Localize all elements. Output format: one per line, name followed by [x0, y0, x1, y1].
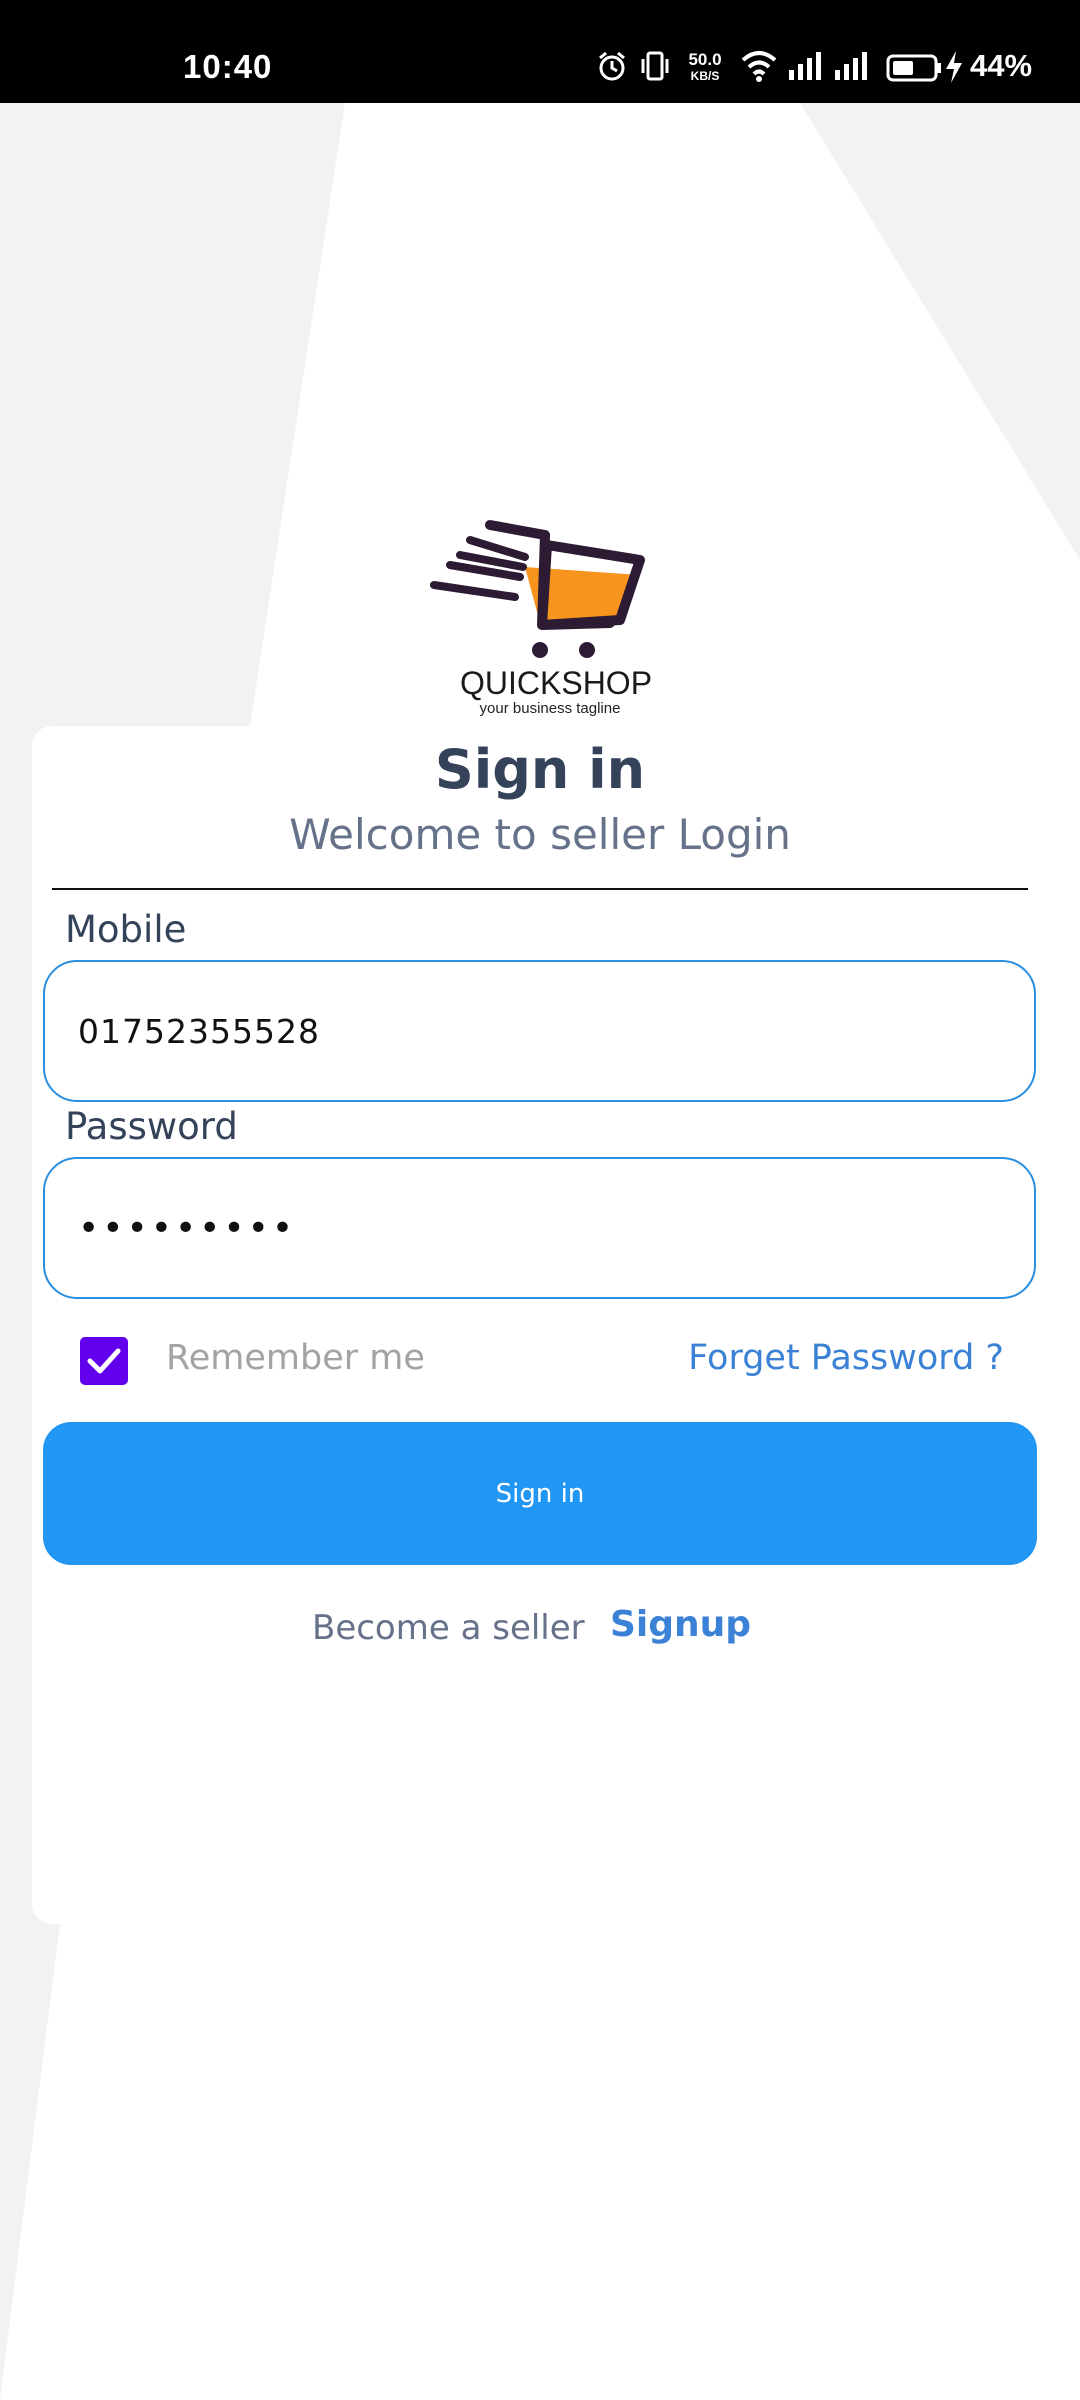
- battery-percent: 44%: [970, 48, 1033, 83]
- page-title: Sign in: [434, 738, 646, 801]
- battery-icon: [886, 54, 941, 82]
- signal-icon-1: [789, 52, 821, 80]
- brand-name: QUICKSHOP: [460, 665, 653, 701]
- check-icon: [87, 1348, 121, 1374]
- mobile-field[interactable]: 01752355528: [43, 960, 1036, 1102]
- status-icons: 50.0 KB/S 44%: [580, 44, 1080, 88]
- signal-icon-2: [835, 52, 867, 80]
- remember-label[interactable]: Remember me: [166, 1338, 425, 1378]
- page-subtitle: Welcome to seller Login: [289, 810, 791, 859]
- wifi-icon: [741, 51, 777, 82]
- signup-link[interactable]: Signup: [610, 1604, 751, 1645]
- login-card: [32, 726, 1048, 1924]
- network-speed: 50.0 KB/S: [680, 50, 730, 84]
- status-time: 10:40: [183, 48, 273, 85]
- status-bar: 10:40 50.0 KB/S 44%: [0, 0, 1080, 103]
- vibrate-icon: [641, 51, 669, 81]
- charging-icon: [946, 51, 962, 83]
- alarm-icon: [599, 51, 625, 81]
- speed-value: 50.0: [688, 50, 722, 69]
- password-field[interactable]: •••••••••: [43, 1157, 1036, 1299]
- password-label: Password: [65, 1105, 238, 1148]
- mobile-label: Mobile: [65, 908, 187, 951]
- brand: QUICKSHOP your business tagline: [460, 665, 653, 717]
- divider: [52, 888, 1028, 890]
- remember-checkbox[interactable]: [80, 1337, 128, 1385]
- signin-button[interactable]: Sign in: [43, 1422, 1037, 1565]
- brand-tagline: your business tagline: [479, 700, 621, 717]
- become-seller-text: Become a seller: [312, 1608, 585, 1648]
- forgot-password-link[interactable]: Forget Password ?: [688, 1338, 1004, 1378]
- speed-unit: KB/S: [690, 69, 720, 83]
